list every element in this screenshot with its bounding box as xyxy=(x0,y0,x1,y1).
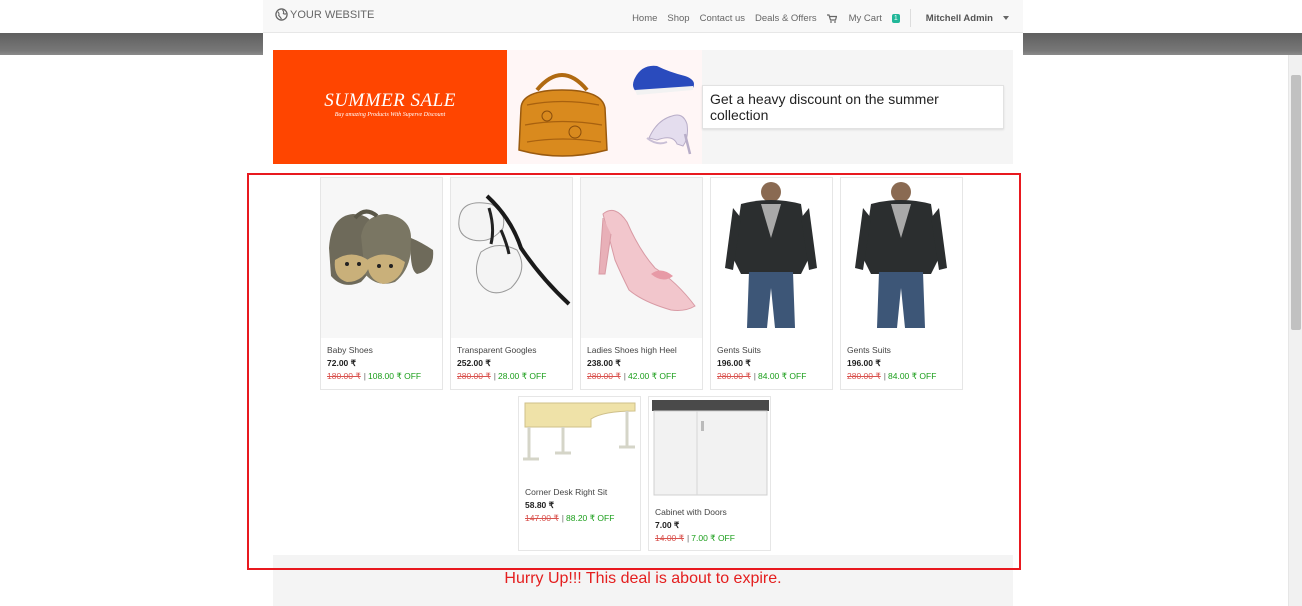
banner-title: SUMMER SALE xyxy=(324,90,456,111)
cart-icon xyxy=(826,13,837,23)
caret-down-icon xyxy=(1003,15,1009,20)
scrollbar-thumb[interactable] xyxy=(1291,75,1301,330)
sale-badge: SUMMER SALE Buy amazing Products With Su… xyxy=(273,50,507,164)
cart-label: My Cart xyxy=(848,12,882,24)
nav-divider xyxy=(909,9,911,27)
summer-sale-banner[interactable]: SUMMER SALE Buy amazing Products With Su… xyxy=(273,50,1013,164)
globe-icon xyxy=(275,8,288,21)
banner-message: Get a heavy discount on the summer colle… xyxy=(702,85,1004,129)
user-menu[interactable]: Mitchell Admin xyxy=(916,13,1009,24)
cart-count-badge: 1 xyxy=(891,13,900,23)
page-scrollbar[interactable] xyxy=(1288,55,1302,606)
brand-logo[interactable]: YOUR WEBSITE xyxy=(275,8,374,21)
nav-shop[interactable]: Shop xyxy=(667,13,689,24)
blue-sneaker-icon xyxy=(633,65,694,95)
page-margin-left xyxy=(0,55,263,606)
page-margin-right xyxy=(1023,55,1288,606)
brand-name: YOUR WEBSITE xyxy=(290,8,375,21)
banner-subtitle: Buy amazing Products With Superve Discou… xyxy=(334,112,446,118)
nav-contact[interactable]: Contact us xyxy=(700,13,745,24)
handbag-icon xyxy=(518,73,608,157)
banner-products-image xyxy=(507,50,702,164)
nav-deals[interactable]: Deals & Offers xyxy=(755,13,817,24)
nav-home[interactable]: Home xyxy=(632,13,657,24)
high-heel-icon xyxy=(646,114,692,155)
nav-cart[interactable]: My Cart 1 xyxy=(826,12,900,24)
top-navbar: YOUR WEBSITE Home Shop Contact us Deals … xyxy=(263,0,1023,33)
product-grid-highlight xyxy=(247,173,1021,570)
deal-expiry-notice: Hurry Up!!! This deal is about to expire… xyxy=(504,570,782,587)
nav-menu: Home Shop Contact us Deals & Offers My C… xyxy=(622,9,1009,27)
user-name: Mitchell Admin xyxy=(925,12,993,24)
